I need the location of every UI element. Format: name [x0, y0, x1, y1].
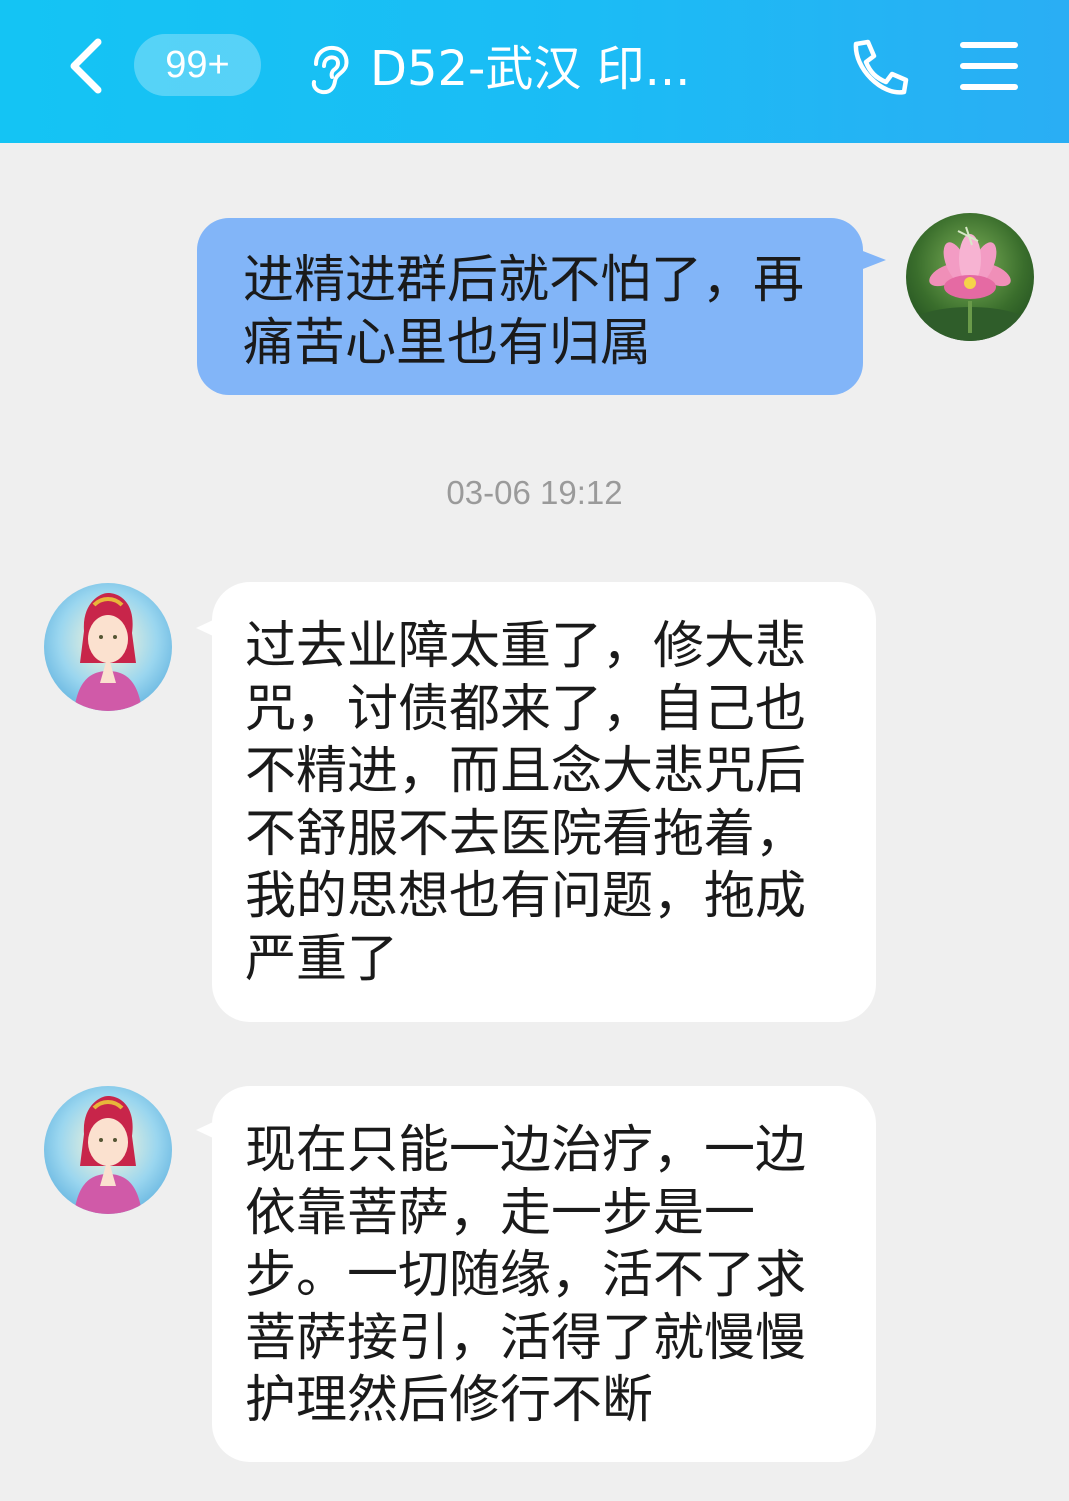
message-text: 进精进群后就不怕了，再 痛苦心里也有归属: [243, 251, 805, 373]
unread-badge[interactable]: 99+: [134, 34, 261, 96]
menu-icon[interactable]: [958, 40, 1020, 92]
lotus-avatar[interactable]: [906, 213, 1034, 341]
message-text: 现在只能一边治疗，一边 依靠菩萨，走一步是一 步。一切随缘，活不了求 菩萨接引，…: [245, 1121, 807, 1430]
message-timestamp: 03-06 19:12: [446, 474, 623, 511]
chat-title: D52-武汉 印...: [370, 41, 691, 97]
title-bar: 99+ D52-武汉 印...: [0, 0, 1069, 143]
incoming-message-bubble[interactable]: 过去业障太重了，修大悲 咒，讨债都来了，自己也 不精进，而且念大悲咒后 不舒服不…: [212, 582, 876, 1022]
incoming-message-bubble[interactable]: 现在只能一边治疗，一边 依靠菩萨，走一步是一 步。一切随缘，活不了求 菩萨接引，…: [212, 1086, 876, 1462]
bodhisattva-avatar[interactable]: [44, 583, 172, 711]
back-icon[interactable]: [62, 36, 116, 96]
bodhisattva-avatar[interactable]: [44, 1086, 172, 1214]
outgoing-message-bubble[interactable]: 进精进群后就不怕了，再 痛苦心里也有归属: [197, 218, 863, 395]
message-text: 过去业障太重了，修大悲 咒，讨债都来了，自己也 不精进，而且念大悲咒后 不舒服不…: [245, 617, 807, 989]
phone-icon[interactable]: [846, 36, 910, 100]
ear-icon[interactable]: [302, 44, 352, 96]
